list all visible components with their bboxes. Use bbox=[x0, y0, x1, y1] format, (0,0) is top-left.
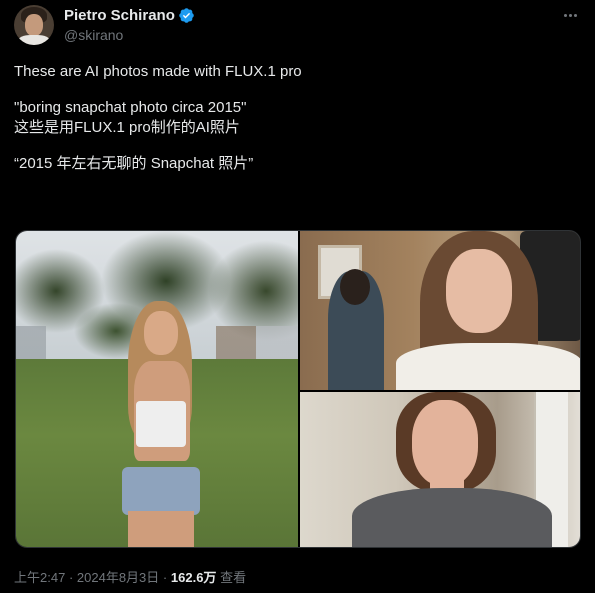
author-name-row: Pietro Schirano bbox=[64, 7, 195, 24]
meta-separator: · bbox=[162, 570, 168, 585]
photo-woman-selfie-hallway[interactable] bbox=[300, 392, 580, 547]
tweet-line: 这些是用FLUX.1 pro制作的AI照片 bbox=[14, 119, 240, 136]
verified-badge-icon bbox=[179, 8, 194, 23]
more-dots-icon[interactable] bbox=[559, 5, 581, 25]
tweet-line: “2015 年左右无聊的 Snapchat 照片” bbox=[14, 155, 254, 172]
author-handle[interactable]: @skirano bbox=[64, 27, 123, 43]
photo-girl-in-yard[interactable] bbox=[16, 231, 298, 547]
media-grid bbox=[15, 230, 581, 548]
views-count: 162.6万 bbox=[170, 570, 217, 585]
avatar[interactable] bbox=[14, 5, 54, 45]
tweet-date[interactable]: 2024年8月3日 bbox=[77, 570, 159, 585]
photo-girl-selfie-classroom[interactable] bbox=[300, 231, 580, 390]
tweet-text: These are AI photos made with FLUX.1 pro… bbox=[14, 62, 581, 174]
tweet-meta: 上午2:47 · 2024年8月3日 · 162.6万 查看 bbox=[14, 567, 246, 586]
author-display-name[interactable]: Pietro Schirano bbox=[64, 7, 175, 24]
tweet-line: These are AI photos made with FLUX.1 pro bbox=[14, 63, 302, 80]
meta-separator: · bbox=[68, 570, 74, 585]
views-label: 查看 bbox=[220, 570, 247, 585]
tweet-time[interactable]: 上午2:47 bbox=[14, 570, 65, 585]
tweet-header: Pietro Schirano @skirano bbox=[14, 3, 581, 45]
tweet-line: "boring snapchat photo circa 2015" bbox=[14, 99, 247, 116]
